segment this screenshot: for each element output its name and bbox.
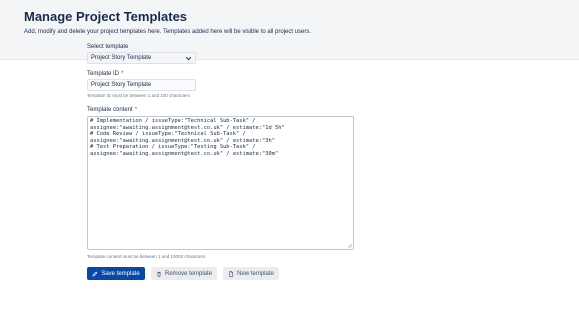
chevron-down-icon: [185, 56, 192, 61]
required-marker: *: [121, 71, 124, 77]
content-line: assignee:"awaiting.assignment@test.co.uk…: [90, 137, 275, 144]
required-marker: *: [134, 107, 138, 113]
content-line: # Implementation / issueType:"Technical …: [90, 118, 256, 124]
resize-handle[interactable]: [347, 243, 352, 248]
page-title: Manage Project Templates: [24, 9, 188, 24]
template-id-input[interactable]: Project Story Template: [87, 79, 196, 91]
select-template-dropdown[interactable]: Project Story Template: [87, 52, 196, 64]
pencil-icon: [92, 271, 98, 276]
content-line: # Test Preparation / issueType:"Testing …: [90, 144, 256, 151]
template-content-textarea[interactable]: # Implementation / issueType:"Technical …: [87, 116, 354, 250]
content-line: assignee:"awaiting.assignment@test.co.uk…: [90, 150, 279, 157]
template-id-label: Template ID *: [87, 71, 124, 77]
trash-icon: [157, 271, 161, 277]
template-content-helper: Template content must be between 1 and 1…: [87, 254, 206, 259]
select-template-value: Project Story Template: [91, 55, 152, 61]
template-content-label: Template content *: [87, 107, 138, 113]
page-description: Add, modify and delete your project temp…: [24, 29, 312, 35]
remove-template-label: Remove template: [164, 270, 213, 277]
new-template-button[interactable]: New template: [223, 267, 279, 280]
content-line: assignee:"awaiting.assignment@test.co.uk…: [90, 124, 285, 131]
page-header: Manage Project Templates Add, modify and…: [0, 0, 579, 60]
save-template-button[interactable]: Save template: [87, 267, 145, 280]
document-icon: [229, 270, 234, 277]
new-template-label: New template: [237, 270, 274, 277]
template-id-value: Project Story Template: [91, 82, 152, 88]
select-template-label: Select template: [87, 44, 129, 50]
remove-template-button[interactable]: Remove template: [151, 267, 217, 280]
save-template-label: Save template: [101, 270, 140, 277]
content-line: # Code Review / issueType:"Technical Sub…: [90, 131, 246, 138]
template-id-helper: Template ID must be between 1 and 100 ch…: [87, 93, 191, 98]
